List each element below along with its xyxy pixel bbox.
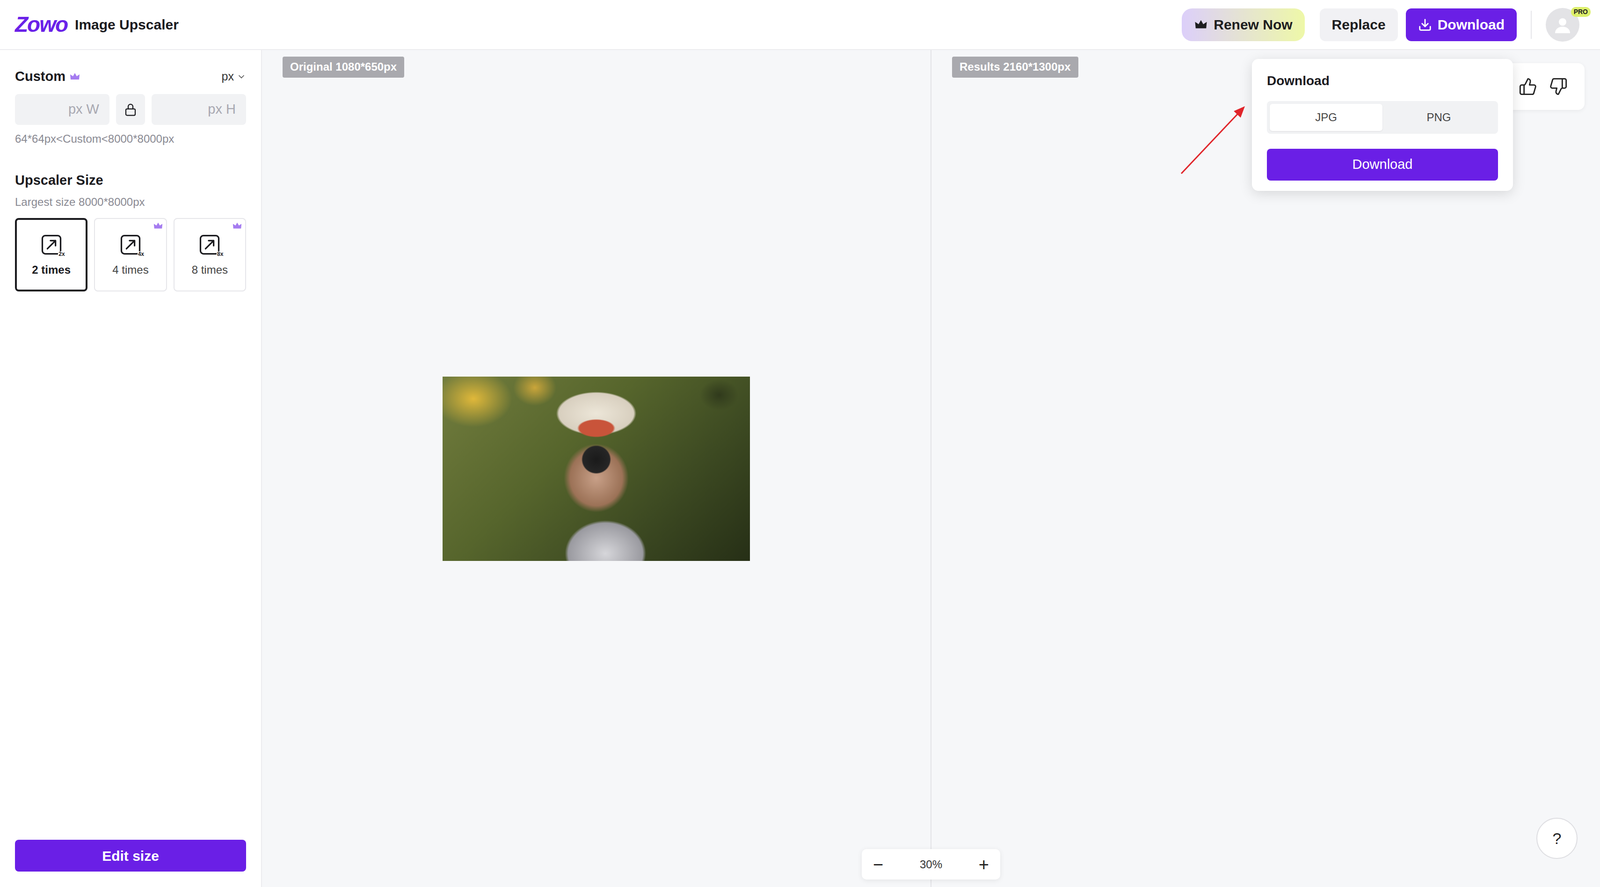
crown-icon bbox=[69, 71, 81, 83]
option-label: 2 times bbox=[31, 263, 71, 277]
format-switch: JPGPNG bbox=[1266, 101, 1499, 134]
scale-factor: 8x bbox=[216, 251, 224, 257]
pro-badge: PRO bbox=[1570, 7, 1591, 17]
header-actions: Renew Now Replace Download PRO bbox=[1181, 7, 1580, 42]
pane-label: Original 1080*650px bbox=[282, 56, 405, 78]
crown-icon bbox=[232, 220, 243, 232]
user-avatar[interactable]: PRO bbox=[1545, 7, 1580, 42]
scale-option[interactable]: 8x 8 times bbox=[173, 218, 247, 292]
format-option[interactable]: PNG bbox=[1382, 103, 1496, 131]
width-input[interactable] bbox=[14, 94, 110, 125]
zoom-value: 30% bbox=[919, 856, 943, 873]
top-bar: Zowo Image Upscaler Renew Now Replace Downlo… bbox=[0, 0, 1600, 51]
divider bbox=[1530, 10, 1532, 39]
upscale-hint: Largest size 8000*8000px bbox=[14, 194, 247, 210]
crown-icon bbox=[1193, 17, 1208, 32]
original-pane: Original 1080*650px bbox=[261, 50, 931, 887]
replace-button[interactable]: Replace bbox=[1319, 8, 1398, 42]
app-title: Image Upscaler bbox=[74, 14, 179, 36]
custom-title: Custom bbox=[14, 68, 66, 85]
scale-option[interactable]: 4x 4 times bbox=[94, 218, 167, 292]
size-hint: 64*64px<Custom<8000*8000px bbox=[14, 131, 247, 146]
lock-button[interactable] bbox=[116, 94, 146, 125]
logo[interactable]: Zowo bbox=[14, 12, 68, 37]
scale-factor: 2x bbox=[58, 251, 66, 257]
workspace: Custom px 64*64px<Custom<8000*8000px Upscal… bbox=[0, 50, 1600, 887]
button-label: Renew Now bbox=[1213, 16, 1293, 33]
edit-size-button[interactable]: Edit size bbox=[14, 839, 247, 872]
size-inputs bbox=[14, 94, 247, 125]
zoom-out-button[interactable]: − bbox=[872, 855, 884, 874]
person-icon bbox=[1551, 13, 1574, 37]
upscale-icon: 8x bbox=[197, 232, 222, 257]
thumbs-up-icon[interactable] bbox=[1518, 77, 1538, 96]
upscale-icon: 4x bbox=[118, 232, 143, 257]
button-label: Download bbox=[1437, 16, 1505, 33]
menu-title: Download bbox=[1266, 72, 1499, 89]
chevron-down-icon bbox=[236, 72, 247, 82]
option-label: 4 times bbox=[112, 263, 149, 277]
option-label: 8 times bbox=[191, 263, 228, 277]
photo bbox=[442, 376, 750, 561]
renew-button[interactable]: Renew Now bbox=[1181, 8, 1305, 42]
scale-options: 2x 2 times 4x 4 times 8x 8 times bbox=[14, 218, 247, 292]
sidebar: Custom px 64*64px<Custom<8000*8000px Upscal… bbox=[0, 50, 262, 887]
zoom-control: − 30% + bbox=[861, 849, 1001, 880]
crown-icon bbox=[152, 220, 164, 232]
zoom-in-button[interactable]: + bbox=[978, 855, 990, 874]
pane-label: Results 2160*1300px bbox=[952, 56, 1079, 78]
upscale-title: Upscaler Size bbox=[14, 172, 247, 189]
unit-label: px bbox=[221, 67, 234, 86]
scale-factor: 4x bbox=[137, 251, 145, 257]
download-button[interactable]: Download bbox=[1405, 8, 1517, 42]
upscale-icon: 2x bbox=[39, 232, 64, 257]
help-button[interactable]: ? bbox=[1536, 817, 1578, 859]
unit-dropdown[interactable]: px bbox=[221, 67, 247, 86]
button-label: Replace bbox=[1331, 16, 1386, 33]
scale-option[interactable]: 2x 2 times bbox=[14, 218, 88, 292]
height-input[interactable] bbox=[151, 94, 247, 125]
download-menu: Download JPGPNG Download bbox=[1251, 58, 1513, 191]
thumbs-down-icon[interactable] bbox=[1549, 77, 1568, 96]
lock-icon bbox=[123, 102, 138, 117]
download-confirm-button[interactable]: Download bbox=[1266, 148, 1499, 181]
custom-header: Custom px bbox=[14, 67, 247, 86]
preview-area: Original 1080*650px Results 2160*1300px Do… bbox=[261, 50, 1600, 887]
format-option[interactable]: JPG bbox=[1269, 103, 1383, 131]
download-icon bbox=[1418, 17, 1433, 32]
